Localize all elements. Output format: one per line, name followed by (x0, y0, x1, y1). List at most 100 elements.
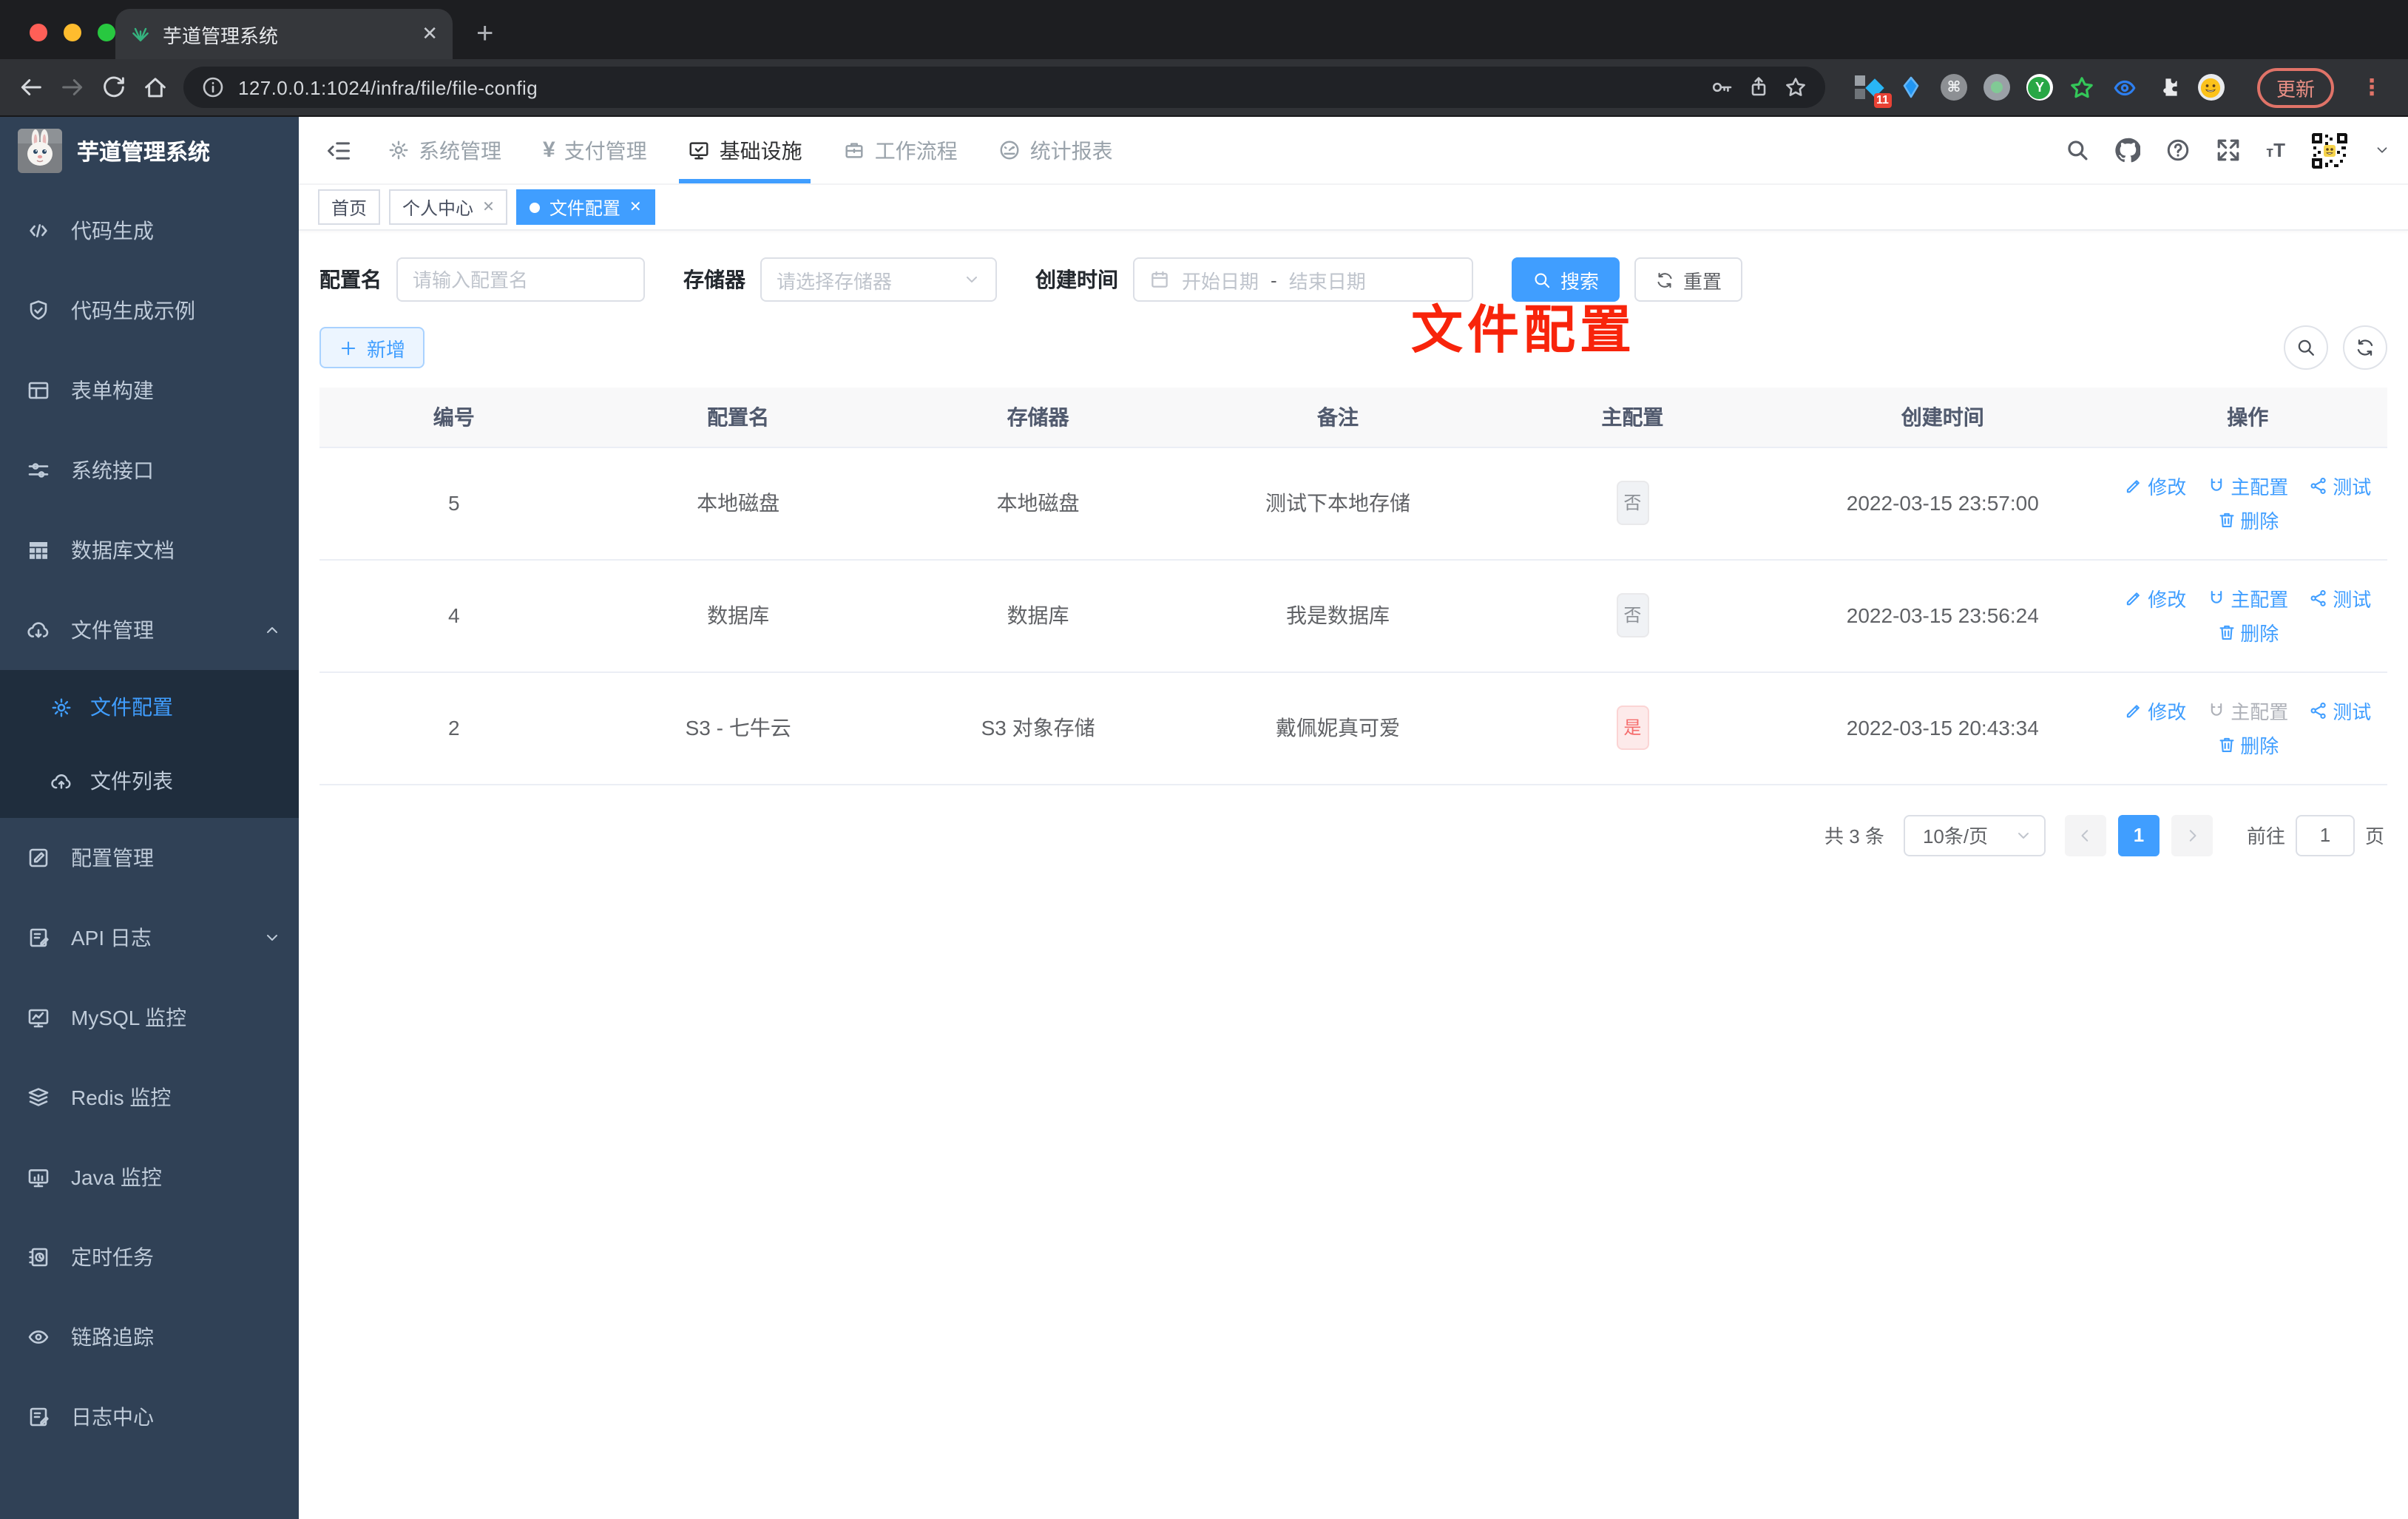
topnav-reports[interactable]: 统计报表 (978, 117, 1134, 183)
extension-y-icon[interactable]: Y (2026, 74, 2053, 101)
sidebar-item-db-doc[interactable]: 数据库文档 (0, 510, 299, 590)
name-filter-input[interactable] (413, 268, 629, 291)
sidebar-item-log-center[interactable]: 日志中心 (0, 1377, 299, 1457)
edit-link[interactable]: 修改 (2124, 472, 2186, 500)
extension-command-icon[interactable]: ⌘ (1940, 74, 1967, 101)
site-info-icon[interactable] (201, 75, 225, 99)
sidebar-item-java-monitor[interactable]: Java 监控 (0, 1137, 299, 1217)
close-window-button[interactable] (30, 24, 47, 41)
test-link[interactable]: 测试 (2309, 697, 2371, 725)
sidebar-item-form-builder[interactable]: 表单构建 (0, 351, 299, 430)
pencil-icon (2127, 705, 2140, 718)
github-icon[interactable] (2115, 138, 2141, 163)
sidebar-item-mysql-monitor[interactable]: MySQL 监控 (0, 978, 299, 1058)
delete-link[interactable]: 删除 (2216, 731, 2279, 759)
goto-page-input[interactable] (2295, 814, 2355, 856)
briefcase-icon (846, 143, 864, 158)
magnet-icon (2211, 478, 2222, 491)
topnav-payment-management[interactable]: ¥ 支付管理 (522, 117, 668, 183)
col-name: 配置名 (588, 388, 888, 447)
share-nodes-icon (2310, 590, 2326, 606)
refresh-icon (2357, 339, 2373, 356)
master-config-link[interactable]: 主配置 (2207, 584, 2288, 612)
help-icon[interactable] (2165, 138, 2191, 163)
sidebar-item-api-log[interactable]: API 日志 (0, 898, 299, 978)
topnav-workflow[interactable]: 工作流程 (823, 117, 978, 183)
topnav-infrastructure[interactable]: 基础设施 (668, 117, 823, 183)
sidebar-item-system-api[interactable]: 系统接口 (0, 430, 299, 510)
sidebar-item-tracing[interactable]: 链路追踪 (0, 1297, 299, 1377)
minimize-window-button[interactable] (64, 24, 81, 41)
trash-icon (2219, 625, 2233, 640)
sidebar-item-config-management[interactable]: 配置管理 (0, 818, 299, 898)
view-tab-profile[interactable]: 个人中心 ✕ (389, 189, 508, 225)
sidebar-item-file-management[interactable]: 文件管理 (0, 590, 299, 670)
close-icon[interactable]: ✕ (482, 199, 495, 215)
sidebar-item-file-list[interactable]: 文件列表 (0, 744, 299, 818)
reset-button[interactable]: 重置 (1634, 257, 1743, 302)
header-actions: тT (2065, 117, 2390, 183)
add-button[interactable]: 新增 (319, 327, 425, 368)
topnav-system-management[interactable]: 系统管理 (367, 117, 522, 183)
pagination-total: 共 3 条 (1824, 825, 1884, 848)
show-search-button[interactable] (2284, 325, 2328, 370)
sidebar-item-file-config[interactable]: 文件配置 (0, 670, 299, 744)
reload-icon[interactable] (101, 74, 127, 101)
zoom-window-button[interactable] (98, 24, 115, 41)
profile-emoji-icon[interactable] (2197, 74, 2225, 101)
edit-link[interactable]: 修改 (2124, 697, 2186, 725)
sidebar-item-redis-monitor[interactable]: Redis 监控 (0, 1058, 299, 1137)
browser-toolbar: 127.0.0.1:1024/infra/file/file-config 11… (0, 59, 2408, 117)
page-size-select[interactable]: 10条/页 (1903, 814, 2046, 856)
browser-update-button[interactable]: 更新 (2256, 67, 2334, 107)
extension-dot-icon[interactable] (1983, 74, 2010, 101)
sidebar-item-code-gen[interactable]: 代码生成 (0, 191, 299, 271)
browser-menu-icon[interactable]: ⋮ (2361, 74, 2384, 101)
share-icon[interactable] (1747, 75, 1771, 99)
fullscreen-icon[interactable] (2216, 138, 2241, 163)
sidebar-logo[interactable]: 芋道管理系统 (0, 117, 299, 185)
trash-icon (2219, 737, 2233, 752)
refresh-list-button[interactable] (2343, 325, 2387, 370)
extension-gem-icon[interactable] (1898, 74, 1924, 101)
test-link[interactable]: 测试 (2309, 584, 2371, 612)
delete-link[interactable]: 删除 (2216, 506, 2279, 534)
edit-link[interactable]: 修改 (2124, 584, 2186, 612)
sidebar-item-scheduled-tasks[interactable]: 定时任务 (0, 1217, 299, 1297)
close-icon[interactable]: ✕ (629, 199, 642, 215)
font-size-icon[interactable]: тT (2266, 139, 2285, 161)
password-key-icon[interactable] (1710, 75, 1734, 99)
extensions-puzzle-icon[interactable] (2155, 74, 2182, 101)
timer-icon (29, 1248, 48, 1267)
avatar[interactable] (2310, 131, 2349, 169)
master-config-link[interactable]: 主配置 (2207, 472, 2288, 500)
back-icon[interactable] (18, 74, 44, 101)
pencil-icon (2127, 592, 2140, 606)
test-link[interactable]: 测试 (2309, 472, 2371, 500)
file-management-submenu: 文件配置 文件列表 (0, 670, 299, 818)
fold-sidebar-icon[interactable] (325, 137, 352, 163)
prev-page-button[interactable] (2064, 814, 2106, 856)
extension-star-icon[interactable] (2069, 74, 2096, 101)
url-bar[interactable]: 127.0.0.1:1024/infra/file/file-config (183, 67, 1825, 108)
layers-icon (28, 1088, 49, 1106)
view-tab-home[interactable]: 首页 (318, 189, 381, 225)
home-icon[interactable] (142, 74, 169, 101)
forward-icon[interactable] (59, 74, 86, 101)
next-page-button[interactable] (2171, 814, 2213, 856)
search-icon[interactable] (2065, 138, 2090, 163)
browser-tab[interactable]: 芋道管理系统 ✕ (115, 9, 453, 59)
extension-tabs-icon[interactable]: 11 (1854, 74, 1892, 108)
bookmark-star-icon[interactable] (1784, 75, 1807, 99)
new-tab-button[interactable]: + (476, 9, 493, 59)
tab-close-icon[interactable]: ✕ (422, 22, 438, 46)
chevron-down-icon[interactable] (2374, 142, 2390, 158)
extension-eye-icon[interactable] (2112, 74, 2139, 101)
view-tab-file-config[interactable]: 文件配置 ✕ (516, 189, 655, 225)
current-page-button[interactable]: 1 (2117, 814, 2160, 856)
gear-icon (389, 141, 408, 160)
storage-filter-select[interactable]: 请选择存储器 (760, 257, 997, 302)
delete-link[interactable]: 删除 (2216, 618, 2279, 646)
sidebar-item-code-gen-example[interactable]: 代码生成示例 (0, 271, 299, 351)
extensions-area: 11 ⌘ Y (1854, 74, 2225, 108)
